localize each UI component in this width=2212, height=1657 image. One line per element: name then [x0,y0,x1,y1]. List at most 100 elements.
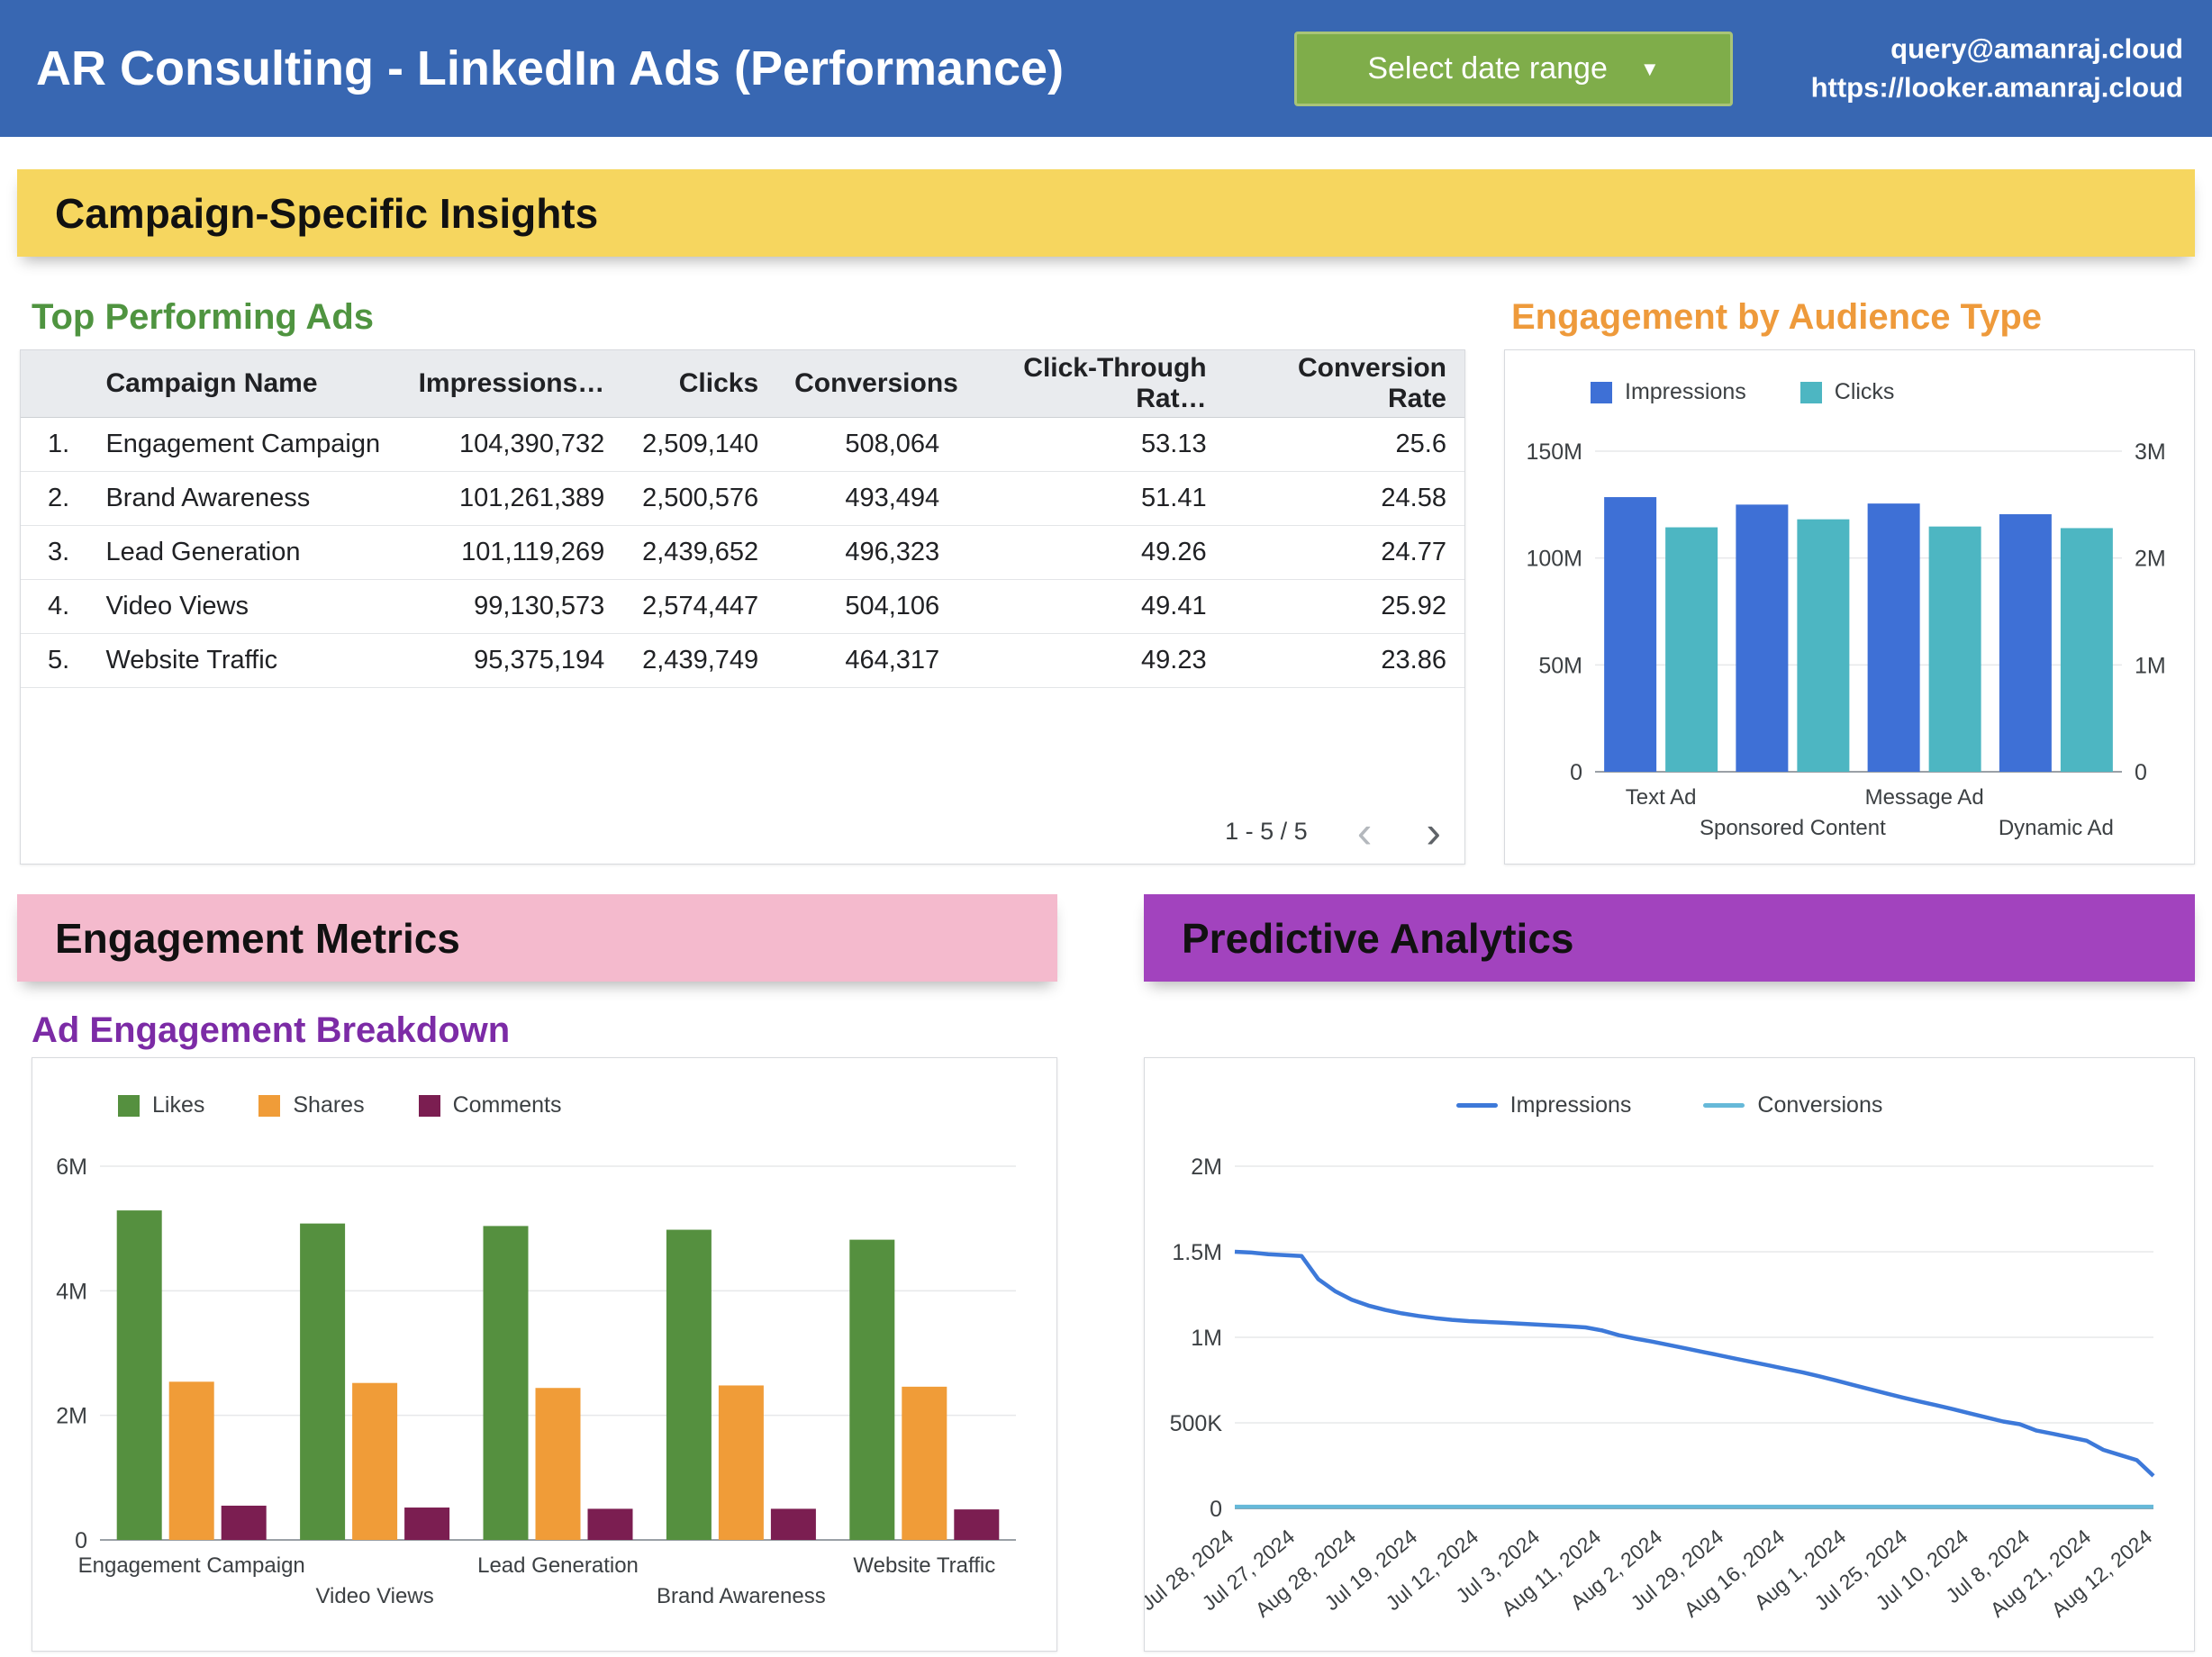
svg-text:Video Views: Video Views [315,1584,433,1608]
campaign-name-cell: Video Views [102,579,392,633]
pagination-next-button[interactable]: › [1426,819,1441,846]
value-cell: 24.77 [1225,525,1464,579]
svg-text:100M: 100M [1526,547,1582,572]
column-header[interactable]: Impressions… [392,350,622,417]
legend-item-impressions: Impressions [1591,379,1746,405]
value-cell: 49.23 [957,633,1224,687]
value-cell: 25.92 [1225,579,1464,633]
svg-text:150M: 150M [1526,439,1582,465]
table-row[interactable]: 5.Website Traffic95,375,1942,439,749464,… [21,633,1464,687]
row-rank-cell: 1. [21,417,102,471]
table-row[interactable]: 4.Video Views99,130,5732,574,447504,1064… [21,579,1464,633]
contact-info: query@amanraj.cloud https://looker.amanr… [1811,30,2183,108]
legend-swatch [258,1095,280,1117]
date-range-label: Select date range [1367,51,1608,86]
legend-item-conversions: Conversions [1703,1092,1882,1118]
svg-text:2M: 2M [2135,547,2166,572]
campaign-table-body: 1.Engagement Campaign104,390,7322,509,14… [21,417,1464,687]
table-row[interactable]: 3.Lead Generation101,119,2692,439,652496… [21,525,1464,579]
svg-text:1.5M: 1.5M [1172,1240,1222,1265]
row-rank-cell: 2. [21,471,102,525]
legend-label: Impressions [1510,1092,1632,1118]
svg-text:500K: 500K [1170,1411,1223,1436]
legend-label: Shares [293,1092,364,1118]
value-cell: 2,500,576 [622,471,776,525]
campaign-name-cell: Engagement Campaign [102,417,392,471]
svg-text:Lead Generation: Lead Generation [477,1553,639,1578]
predictive-chart-card: ImpressionsConversions 0500K1M1.5M2MJul … [1144,1057,2195,1652]
value-cell: 49.26 [957,525,1224,579]
table-row[interactable]: 2.Brand Awareness101,261,3892,500,576493… [21,471,1464,525]
column-header[interactable]: Campaign Name [102,350,392,417]
value-cell: 496,323 [776,525,957,579]
table-row[interactable]: 1.Engagement Campaign104,390,7322,509,14… [21,417,1464,471]
legend-item-shares: Shares [258,1092,364,1118]
value-cell: 504,106 [776,579,957,633]
svg-text:1M: 1M [1191,1326,1222,1351]
value-cell: 99,130,573 [392,579,622,633]
pagination-label: 1 - 5 / 5 [1225,818,1308,846]
legend-swatch [1800,382,1822,403]
value-cell: 464,317 [776,633,957,687]
legend-label: Comments [453,1092,562,1118]
campaign-table-head-row: Campaign NameImpressions…ClicksConversio… [21,350,1464,417]
legend-item-likes: Likes [118,1092,204,1118]
row-rank-cell: 4. [21,579,102,633]
section-banner-engagement-metrics: Engagement Metrics [17,894,1057,982]
breakdown-chart: 02M4M6MEngagement CampaignVideo ViewsLea… [32,1144,1056,1652]
page-title: AR Consulting - LinkedIn Ads (Performanc… [36,41,1064,96]
legend-label: Clicks [1835,379,1895,405]
pagination-prev-button[interactable]: ‹ [1357,819,1373,846]
top-ads-table-card: Campaign NameImpressions…ClicksConversio… [20,349,1465,865]
svg-text:Brand Awareness: Brand Awareness [657,1584,826,1608]
column-header[interactable]: Clicks [622,350,776,417]
legend-item-comments: Comments [419,1092,562,1118]
column-header[interactable]: Conversion Rate [1225,350,1464,417]
campaign-table: Campaign NameImpressions…ClicksConversio… [21,350,1464,688]
column-header[interactable]: Click-Through Rat… [957,350,1224,417]
value-cell: 25.6 [1225,417,1464,471]
legend-swatch [1456,1103,1498,1108]
svg-text:Text Ad: Text Ad [1626,785,1697,810]
value-cell: 104,390,732 [392,417,622,471]
legend-swatch [419,1095,440,1117]
value-cell: 493,494 [776,471,957,525]
legend-swatch [1703,1103,1745,1108]
campaign-name-cell: Brand Awareness [102,471,392,525]
svg-text:2M: 2M [1191,1154,1222,1180]
value-cell: 508,064 [776,417,957,471]
svg-text:4M: 4M [56,1279,87,1304]
audience-chart-card: ImpressionsClicks 0050M1M100M2M150M3MTex… [1504,349,2195,865]
value-cell: 2,574,447 [622,579,776,633]
svg-text:3M: 3M [2135,439,2166,465]
chevron-down-icon: ▼ [1640,58,1660,81]
value-cell: 53.13 [957,417,1224,471]
breakdown-chart-title: Ad Engagement Breakdown [32,1010,510,1051]
predictive-chart: 0500K1M1.5M2MJul 28, 2024Jul 27, 2024Aug… [1145,1148,2194,1639]
banner-label: Predictive Analytics [1182,914,1574,963]
svg-text:Dynamic Ad: Dynamic Ad [1999,816,2114,840]
predictive-chart-legend: Impressions Conversions [1145,1092,2194,1118]
svg-text:Engagement Campaign: Engagement Campaign [78,1553,305,1578]
value-cell: 24.58 [1225,471,1464,525]
legend-item-clicks: Clicks [1800,379,1895,405]
svg-text:0: 0 [2135,760,2147,785]
value-cell: 2,439,652 [622,525,776,579]
pagination: 1 - 5 / 5 ‹ › [1225,818,1441,846]
value-cell: 49.41 [957,579,1224,633]
svg-text:2M: 2M [56,1404,87,1429]
breakdown-chart-card: LikesSharesComments 02M4M6MEngagement Ca… [32,1057,1057,1652]
legend-label: Likes [152,1092,204,1118]
banner-label: Engagement Metrics [55,914,460,963]
legend-item-impressions: Impressions [1456,1092,1632,1118]
campaign-name-cell: Website Traffic [102,633,392,687]
column-header[interactable]: Conversions [776,350,957,417]
row-rank-cell: 3. [21,525,102,579]
table-title: Top Performing Ads [32,297,374,338]
row-rank-cell: 5. [21,633,102,687]
svg-text:1M: 1M [2135,653,2166,678]
legend-label: Impressions [1625,379,1746,405]
value-cell: 51.41 [957,471,1224,525]
audience-chart-legend: Impressions Clicks [1591,379,1894,405]
date-range-selector[interactable]: Select date range ▼ [1294,32,1733,106]
